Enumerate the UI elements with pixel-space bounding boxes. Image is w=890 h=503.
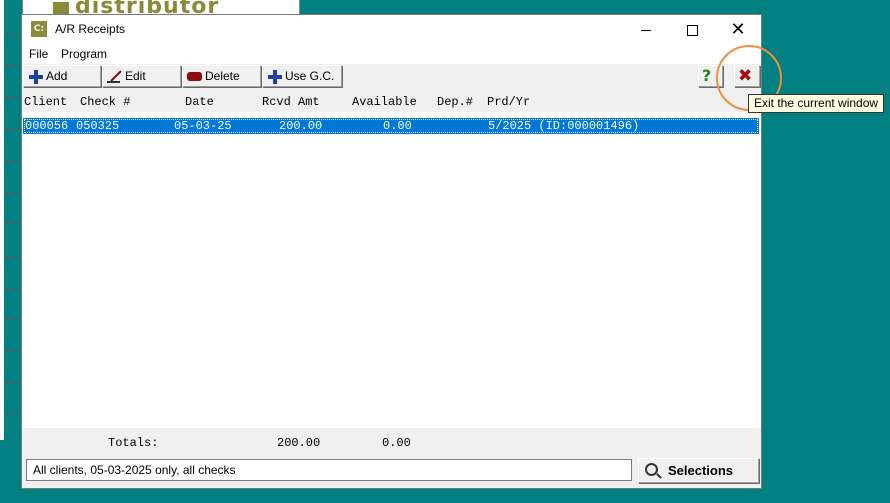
- col-rcvd-amt[interactable]: Rcvd Amt: [262, 95, 320, 109]
- window-title: A/R Receipts: [55, 22, 126, 36]
- col-dep[interactable]: Dep.#: [437, 95, 473, 109]
- delete-button[interactable]: Delete: [182, 65, 261, 87]
- selections-label: Selections: [668, 463, 734, 478]
- col-date[interactable]: Date: [185, 95, 214, 109]
- close-icon: ✕: [730, 19, 746, 40]
- totals-available: 0.00: [382, 436, 411, 450]
- ar-receipts-window: C: A/R Receipts ✕ File Program Add Edit …: [21, 14, 762, 489]
- close-button[interactable]: ✕: [715, 15, 761, 45]
- menu-file[interactable]: File: [29, 47, 48, 61]
- toolbar: Add Edit Delete Use G.C. ? ✖: [22, 64, 761, 89]
- selections-button[interactable]: Selections: [638, 458, 759, 483]
- add-button[interactable]: Add: [23, 65, 101, 87]
- cell-prd-yr: 5/2025 (ID:000001496): [488, 119, 640, 133]
- add-label: Add: [46, 69, 68, 83]
- cell-check: 050325: [76, 119, 120, 133]
- background-logo: distributor: [75, 0, 220, 14]
- totals-row: Totals: 200.00 0.00: [22, 429, 761, 457]
- totals-label: Totals:: [108, 436, 159, 450]
- menu-program[interactable]: Program: [61, 47, 107, 61]
- status-bar: All clients, 05-03-2025 only, all checks: [26, 459, 632, 481]
- use-gc-button[interactable]: Use G.C.: [262, 65, 342, 87]
- edit-label: Edit: [125, 69, 146, 83]
- minimize-button[interactable]: [623, 15, 669, 45]
- title-bar[interactable]: C: A/R Receipts ✕: [22, 15, 761, 45]
- cell-client: 000056: [25, 119, 69, 133]
- receipts-list[interactable]: 000056 050325 05-03-25 200.00 0.00 5/202…: [22, 112, 761, 428]
- cell-available: 0.00: [383, 119, 412, 133]
- plus-icon: [28, 69, 44, 85]
- background-logo-mark: [53, 2, 69, 14]
- exit-tooltip: Exit the current window: [748, 94, 885, 113]
- magnifier-icon: [645, 463, 658, 476]
- menu-bar: File Program: [22, 45, 761, 64]
- edit-button[interactable]: Edit: [102, 65, 181, 87]
- eraser-icon: [187, 72, 202, 81]
- background-window-edge: [0, 0, 22, 503]
- delete-label: Delete: [205, 69, 240, 83]
- col-prd-yr[interactable]: Prd/Yr: [487, 95, 530, 109]
- table-row[interactable]: 000056 050325 05-03-25 200.00 0.00 5/202…: [23, 118, 759, 134]
- background-window: distributor: [22, 0, 300, 14]
- col-check[interactable]: Check #: [80, 95, 130, 109]
- pencil-icon: [107, 69, 120, 83]
- app-icon: C:: [31, 21, 47, 37]
- cell-rcvd-amt: 200.00: [279, 119, 323, 133]
- cell-date: 05-03-25: [174, 119, 232, 133]
- plus-icon: [267, 69, 283, 85]
- column-header: Client Check # Date Rcvd Amt Available D…: [22, 93, 761, 111]
- use-gc-label: Use G.C.: [285, 69, 335, 83]
- maximize-button[interactable]: [669, 15, 715, 45]
- col-available[interactable]: Available: [352, 95, 417, 109]
- col-client[interactable]: Client: [24, 95, 67, 109]
- minimize-icon: [641, 30, 651, 31]
- totals-rcvd-amt: 200.00: [277, 436, 321, 450]
- maximize-icon: [687, 25, 698, 36]
